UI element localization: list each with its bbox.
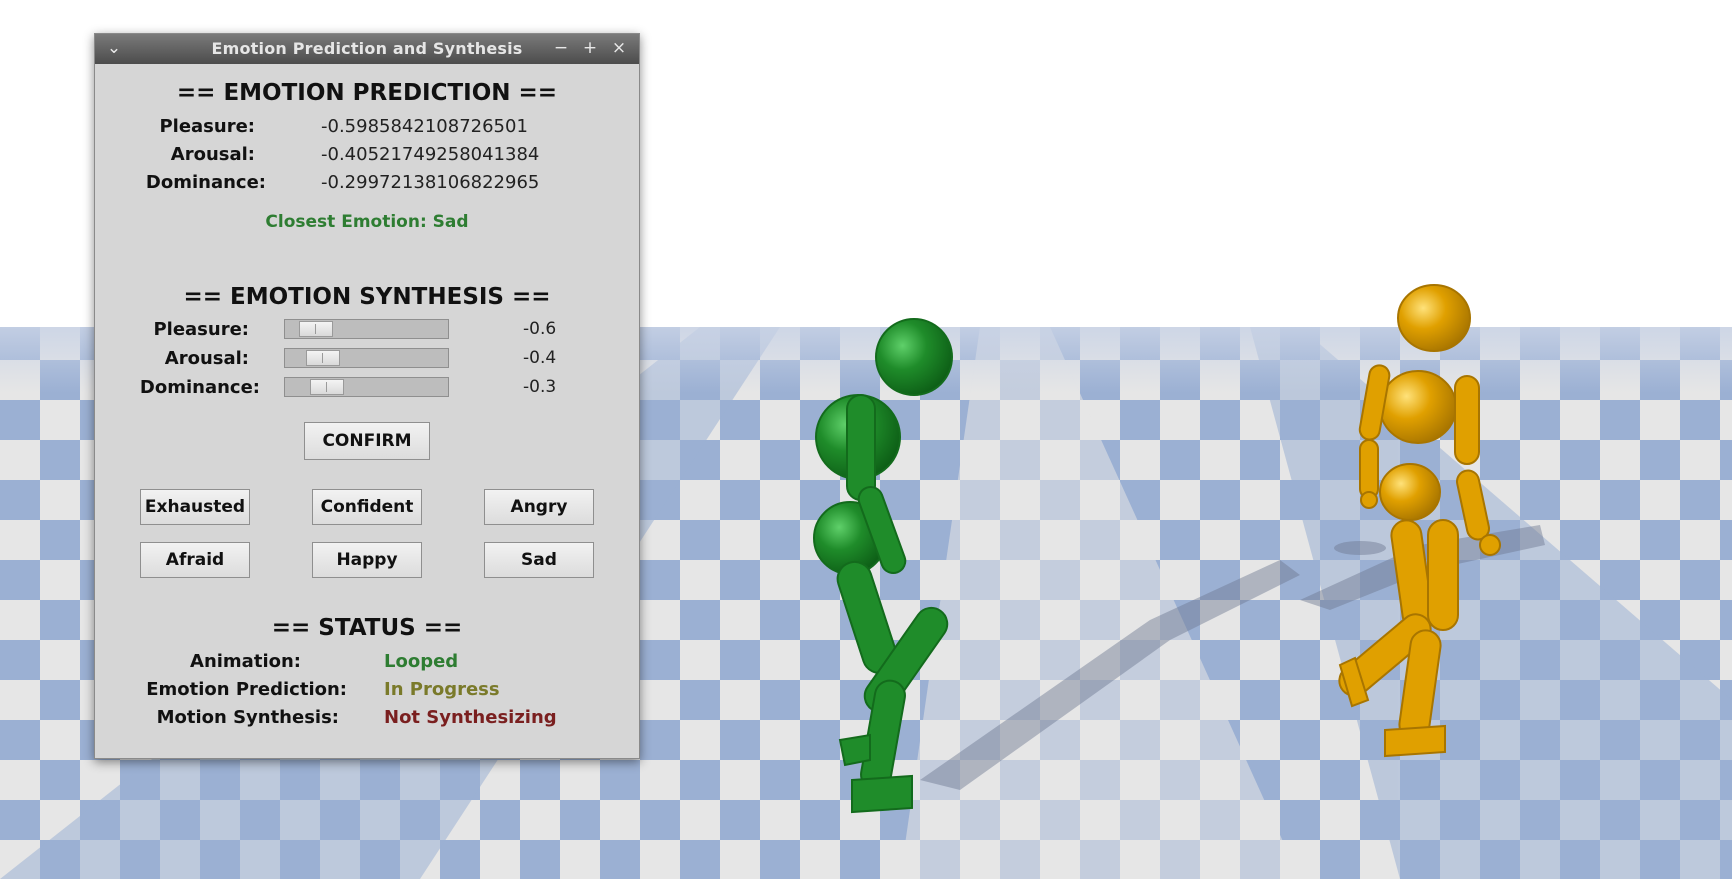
dominance-slider[interactable] <box>284 377 449 397</box>
syn-arousal-label: Arousal: <box>164 348 249 369</box>
syn-pleasure-value: -0.6 <box>523 319 557 339</box>
arousal-slider-thumb[interactable] <box>306 350 340 366</box>
title-bar[interactable]: ⌄ Emotion Prediction and Synthesis − + × <box>95 34 639 64</box>
preset-happy-button[interactable]: Happy <box>312 542 422 578</box>
status-animation-label: Animation: <box>190 651 301 672</box>
syn-arousal-value: -0.4 <box>523 348 557 368</box>
syn-pleasure-label: Pleasure: <box>153 319 249 340</box>
pred-pleasure-value: -0.5985842108726501 <box>321 116 528 137</box>
pleasure-slider-thumb[interactable] <box>299 321 333 337</box>
minimize-icon[interactable]: − <box>550 37 572 59</box>
pred-arousal-label: Arousal: <box>170 144 255 165</box>
status-prediction-label: Emotion Prediction: <box>146 679 347 700</box>
pred-dominance-value: -0.29972138106822965 <box>321 172 540 193</box>
close-icon[interactable]: × <box>608 37 630 59</box>
pred-pleasure-label: Pleasure: <box>159 116 255 137</box>
arousal-slider[interactable] <box>284 348 449 368</box>
status-heading: == STATUS == <box>271 615 463 641</box>
status-synthesis-value: Not Synthesizing <box>384 707 557 728</box>
status-animation-value: Looped <box>384 651 459 672</box>
syn-dominance-label: Dominance: <box>139 377 260 398</box>
pred-dominance-label: Dominance: <box>145 172 266 193</box>
prediction-heading: == EMOTION PREDICTION == <box>176 80 558 106</box>
preset-confident-button[interactable]: Confident <box>312 489 422 525</box>
preset-afraid-button[interactable]: Afraid <box>140 542 250 578</box>
status-synthesis-label: Motion Synthesis: <box>156 707 339 728</box>
syn-dominance-value: -0.3 <box>523 377 557 397</box>
preset-sad-button[interactable]: Sad <box>484 542 594 578</box>
status-prediction-value: In Progress <box>384 679 500 700</box>
pred-arousal-value: -0.40521749258041384 <box>321 144 540 165</box>
confirm-button[interactable]: CONFIRM <box>304 422 430 460</box>
preset-exhausted-button[interactable]: Exhausted <box>140 489 250 525</box>
preset-angry-button[interactable]: Angry <box>484 489 594 525</box>
pleasure-slider[interactable] <box>284 319 449 339</box>
dominance-slider-thumb[interactable] <box>310 379 344 395</box>
synthesis-heading: == EMOTION SYNTHESIS == <box>183 284 551 310</box>
closest-emotion: Closest Emotion: Sad <box>265 212 469 232</box>
emotion-window: ⌄ Emotion Prediction and Synthesis − + ×… <box>94 33 640 759</box>
maximize-icon[interactable]: + <box>579 37 601 59</box>
